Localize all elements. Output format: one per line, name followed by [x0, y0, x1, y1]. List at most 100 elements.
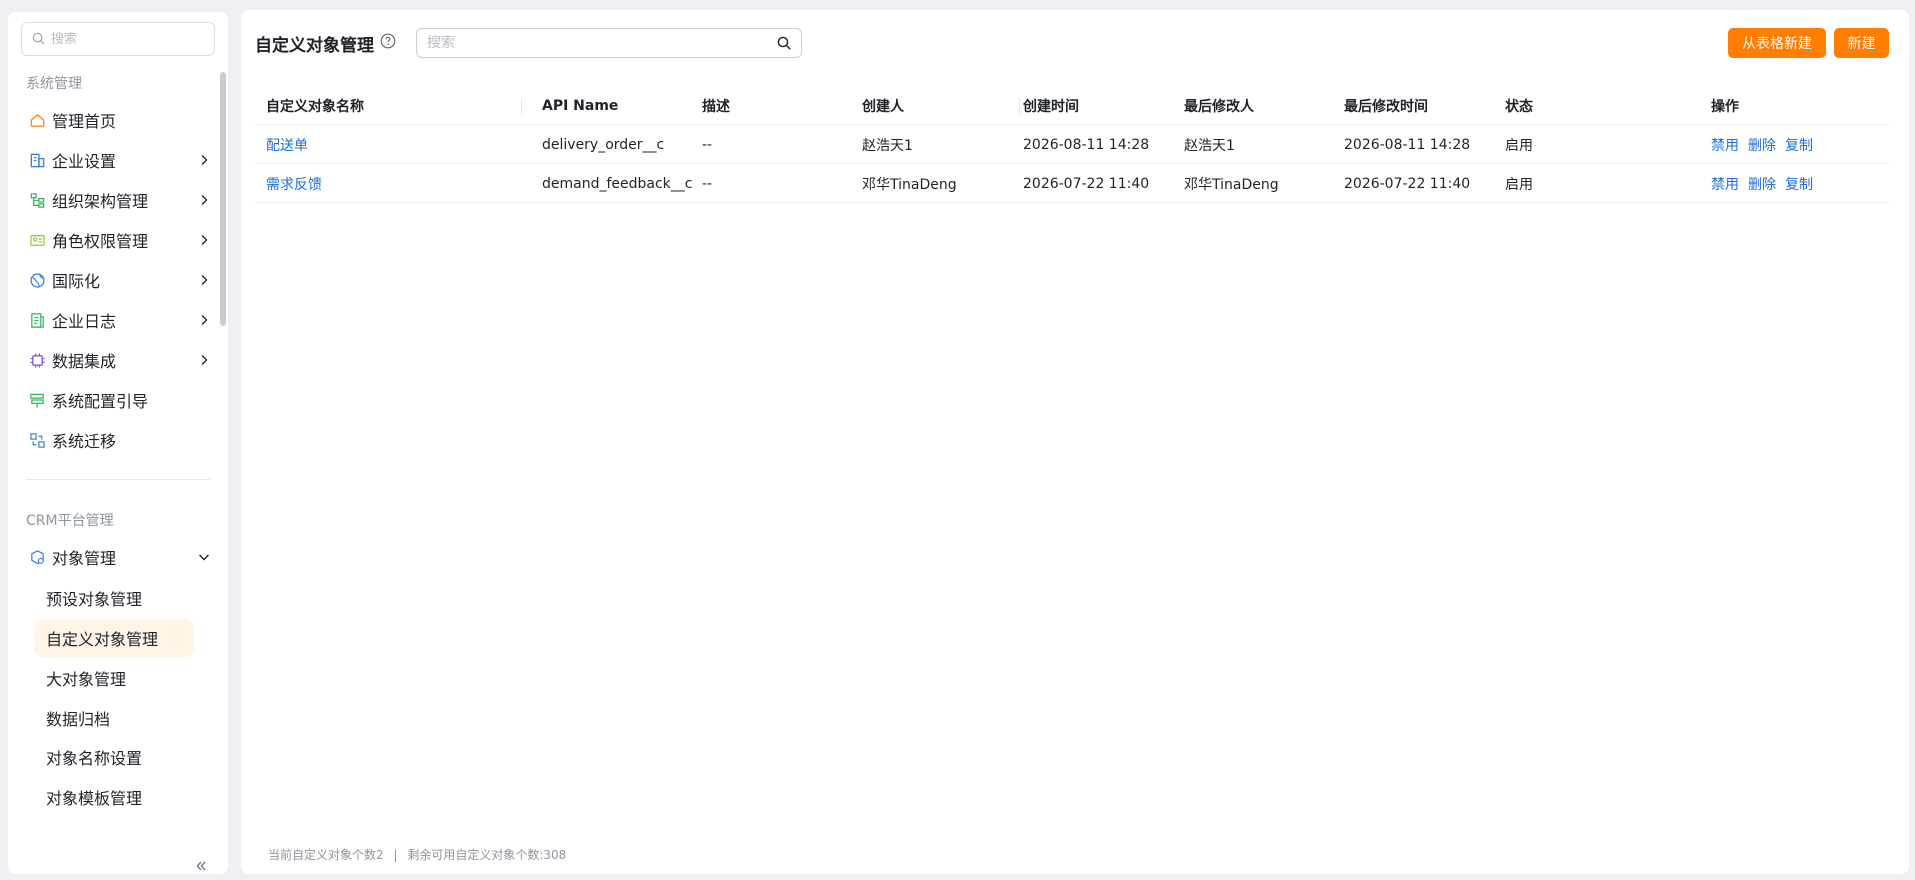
- double-chevron-left-icon: [195, 857, 207, 876]
- sidebar-item-label: 系统配置引导: [52, 392, 149, 411]
- copy-button[interactable]: 复制: [1785, 174, 1813, 194]
- table-header-row: 自定义对象名称 API Name 描述 创建人 创建时间 最后修改人 最后修改时…: [255, 86, 1889, 125]
- row-actions: 禁用 删除 复制: [1711, 125, 1813, 164]
- chevron-right-icon: [196, 352, 212, 368]
- sidebar-subitem-big-objects[interactable]: 大对象管理: [34, 659, 194, 697]
- sidebar-item-label: 角色权限管理: [52, 232, 149, 251]
- created-time-cell: 2026-07-22 11:40: [1023, 175, 1150, 192]
- sidebar-search[interactable]: [21, 22, 215, 56]
- object-count-footer: 当前自定义对象个数2 | 剩余可用自定义对象个数:308: [268, 846, 566, 863]
- object-icon: [28, 548, 46, 566]
- chevron-right-icon: [196, 232, 212, 248]
- sidebar-item-label: 国际化: [52, 272, 101, 291]
- sidebar-item-role-permissions[interactable]: 角色权限管理: [28, 222, 212, 258]
- sidebar-item-label: 数据集成: [52, 352, 117, 371]
- sidebar-subitem-data-archive[interactable]: 数据归档: [34, 699, 194, 737]
- sidebar-search-input[interactable]: [51, 31, 201, 47]
- new-object-button[interactable]: 新建: [1834, 28, 1889, 58]
- id-card-icon: [28, 231, 46, 249]
- column-header: API Name: [542, 97, 619, 114]
- created-time-cell: 2026-08-11 14:28: [1023, 136, 1150, 153]
- search-icon[interactable]: [775, 34, 793, 52]
- row-actions: 禁用 删除 复制: [1711, 164, 1813, 203]
- main-panel: 自定义对象管理 从表格新建 新建 自定义对象名称 API Name 描述 创建人…: [241, 10, 1909, 874]
- signpost-icon: [28, 391, 46, 409]
- object-name-link[interactable]: 配送单: [266, 125, 308, 164]
- collapse-sidebar-button[interactable]: [191, 856, 211, 876]
- sidebar-item-enterprise-log[interactable]: 企业日志: [28, 302, 212, 338]
- sidebar-subitem-preset-objects[interactable]: 预设对象管理: [34, 579, 194, 617]
- sidebar-item-home[interactable]: 管理首页: [28, 102, 212, 138]
- sidebar-item-enterprise-settings[interactable]: 企业设置: [28, 142, 212, 178]
- sidebar-subitem-object-names[interactable]: 对象名称设置: [34, 738, 194, 776]
- sidebar-item-label: 对象管理: [52, 549, 117, 568]
- creator-cell: 邓华TinaDeng: [862, 176, 957, 193]
- sidebar-item-object-management[interactable]: 对象管理: [28, 539, 212, 575]
- search-icon: [32, 30, 45, 49]
- table-row: 配送单 delivery_order__c -- 赵浩天1 2026-08-11…: [255, 125, 1889, 164]
- table-row: 需求反馈 demand_feedback__c -- 邓华TinaDeng 20…: [255, 164, 1889, 203]
- delete-button[interactable]: 删除: [1748, 174, 1776, 194]
- remaining-count-text: 剩余可用自定义对象个数:308: [407, 848, 567, 862]
- object-name-link[interactable]: 需求反馈: [266, 164, 322, 203]
- column-divider[interactable]: [1019, 98, 1020, 114]
- description-cell: --: [702, 175, 713, 192]
- help-icon[interactable]: [379, 32, 397, 50]
- creator-cell: 赵浩天1: [862, 137, 913, 154]
- description-cell: --: [702, 136, 713, 153]
- sidebar-item-label: 企业日志: [52, 312, 117, 331]
- object-search[interactable]: [416, 28, 802, 58]
- api-name-cell: delivery_order__c: [542, 136, 665, 153]
- object-search-input[interactable]: [427, 35, 775, 51]
- chevron-right-icon: [196, 192, 212, 208]
- copy-button[interactable]: 复制: [1785, 135, 1813, 155]
- sidebar-scrollbar[interactable]: [220, 72, 226, 326]
- sidebar-item-i18n[interactable]: 国际化: [28, 262, 212, 298]
- building-icon: [28, 151, 46, 169]
- app-root: 系统管理 管理首页 企业设置 组织架构管理 角色权限管理 国际化: [0, 0, 1915, 880]
- column-header: 创建时间: [1023, 98, 1079, 115]
- sidebar-divider: [26, 479, 210, 480]
- modifier-cell: 邓华TinaDeng: [1184, 176, 1279, 193]
- sidebar-item-label: 管理首页: [52, 112, 117, 131]
- sidebar-item-label: 组织架构管理: [52, 192, 149, 211]
- sidebar-item-system-migration[interactable]: 系统迁移: [28, 422, 212, 458]
- column-header: 创建人: [862, 98, 904, 115]
- api-name-cell: demand_feedback__c: [542, 175, 693, 192]
- globe-icon: [28, 271, 46, 289]
- migrate-icon: [28, 431, 46, 449]
- sidebar-item-label: 系统迁移: [52, 432, 117, 451]
- sidebar-subitem-object-templates[interactable]: 对象模板管理: [34, 778, 194, 816]
- disable-button[interactable]: 禁用: [1711, 174, 1739, 194]
- sidebar-item-data-integration[interactable]: 数据集成: [28, 342, 212, 378]
- group-title-system: 系统管理: [26, 76, 82, 92]
- delete-button[interactable]: 删除: [1748, 135, 1776, 155]
- chip-icon: [28, 351, 46, 369]
- footer-separator: |: [393, 848, 398, 862]
- group-title-crm: CRM平台管理: [26, 513, 114, 529]
- import-from-table-button[interactable]: 从表格新建: [1728, 28, 1826, 58]
- sidebar-item-config-guide[interactable]: 系统配置引导: [28, 382, 212, 418]
- column-divider[interactable]: [521, 98, 522, 114]
- chevron-right-icon: [196, 312, 212, 328]
- column-header: 操作: [1711, 98, 1739, 115]
- org-chart-icon: [28, 191, 46, 209]
- chevron-right-icon: [196, 272, 212, 288]
- page-title: 自定义对象管理: [255, 36, 374, 56]
- current-count-text: 当前自定义对象个数2: [268, 848, 384, 862]
- disable-button[interactable]: 禁用: [1711, 135, 1739, 155]
- column-header: 最后修改人: [1184, 98, 1254, 115]
- modifier-cell: 赵浩天1: [1184, 137, 1235, 154]
- column-header: 自定义对象名称: [266, 98, 364, 115]
- home-icon: [28, 111, 46, 129]
- custom-objects-table: 自定义对象名称 API Name 描述 创建人 创建时间 最后修改人 最后修改时…: [255, 86, 1889, 203]
- column-header: 描述: [702, 98, 730, 115]
- status-cell: 启用: [1505, 176, 1533, 193]
- chevron-down-icon: [196, 549, 212, 565]
- sidebar: 系统管理 管理首页 企业设置 组织架构管理 角色权限管理 国际化: [8, 12, 228, 874]
- status-cell: 启用: [1505, 137, 1533, 154]
- chevron-right-icon: [196, 152, 212, 168]
- modified-time-cell: 2026-08-11 14:28: [1344, 136, 1471, 153]
- sidebar-subitem-custom-objects[interactable]: 自定义对象管理: [34, 619, 194, 657]
- sidebar-item-org-structure[interactable]: 组织架构管理: [28, 182, 212, 218]
